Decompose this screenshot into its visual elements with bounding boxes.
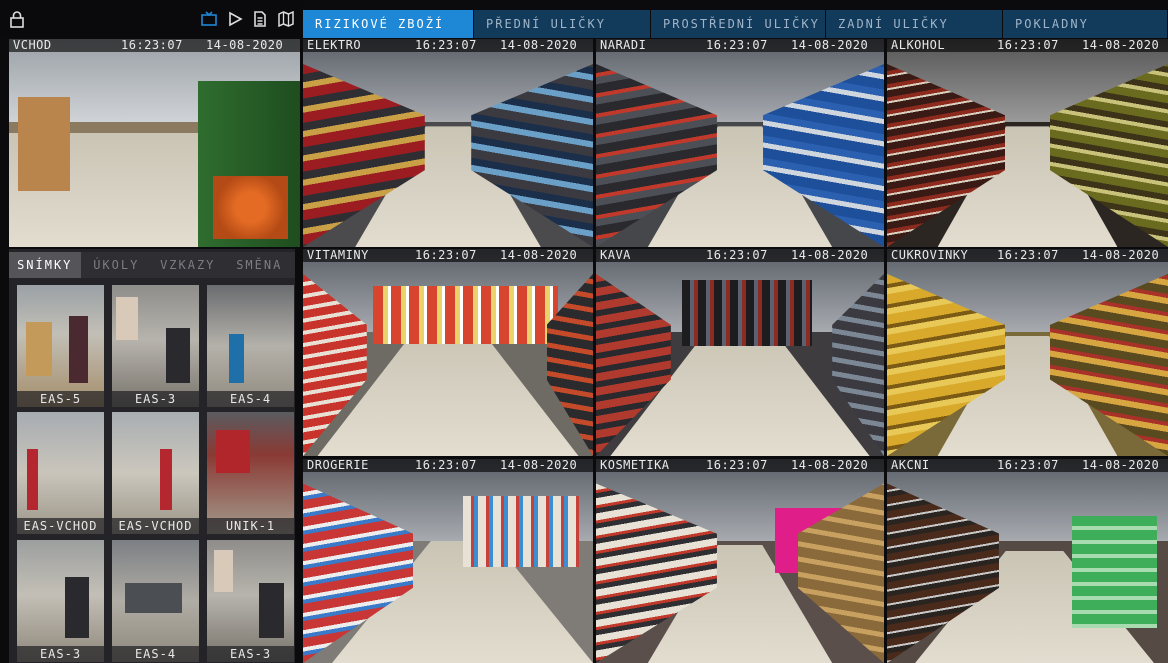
- snapshot-label: EAS-3: [17, 646, 104, 662]
- camera-tile-vchod[interactable]: VCHOD 16:23:07 14-08-2020: [9, 39, 300, 247]
- camera-tile-vitaminy[interactable]: VITAMINY 16:23:07 14-08-2020: [303, 249, 593, 456]
- camera-date: 14-08-2020: [791, 39, 869, 52]
- camera-overlay: NARADI 16:23:07 14-08-2020: [596, 39, 884, 52]
- play-icon[interactable]: [226, 10, 244, 28]
- snapshot-thumbnail[interactable]: EAS-3: [17, 540, 104, 662]
- snapshot-label: EAS-VCHOD: [17, 518, 104, 534]
- camera-name: KAVA: [600, 249, 631, 262]
- snapshot-label: EAS-4: [112, 646, 199, 662]
- camera-date: 14-08-2020: [791, 459, 869, 472]
- camera-overlay: KAVA 16:23:07 14-08-2020: [596, 249, 884, 262]
- camera-tile-akcni[interactable]: AKCNI 16:23:07 14-08-2020: [887, 459, 1168, 663]
- camera-name: KOSMETIKA: [600, 459, 670, 472]
- tab-rizikove-zbozi[interactable]: RIZIKOVÉ ZBOŽÍ: [303, 10, 474, 38]
- camera-name: CUKROVINKY: [891, 249, 969, 262]
- camera-overlay: VCHOD 16:23:07 14-08-2020: [9, 39, 300, 52]
- tab-prostredni-ulicky[interactable]: PROSTŘEDNÍ ULIČKY: [651, 10, 826, 38]
- camera-tile-kava[interactable]: KAVA 16:23:07 14-08-2020: [596, 249, 884, 456]
- camera-overlay: KOSMETIKA 16:23:07 14-08-2020: [596, 459, 884, 472]
- camera-time: 16:23:07: [706, 39, 768, 52]
- camera-time: 16:23:07: [706, 249, 768, 262]
- camera-overlay: ALKOHOL 16:23:07 14-08-2020: [887, 39, 1168, 52]
- camera-time: 16:23:07: [415, 249, 477, 262]
- camera-name: DROGERIE: [307, 459, 369, 472]
- camera-name: AKCNI: [891, 459, 930, 472]
- tab-smena[interactable]: SMĚNA: [223, 252, 295, 278]
- camera-date: 14-08-2020: [791, 249, 869, 262]
- camera-time: 16:23:07: [997, 459, 1059, 472]
- camera-group-tabs: RIZIKOVÉ ZBOŽÍ PŘEDNÍ ULIČKY PROSTŘEDNÍ …: [303, 10, 1168, 38]
- camera-date: 14-08-2020: [1082, 459, 1160, 472]
- snapshot-thumbnail[interactable]: EAS-4: [207, 285, 294, 407]
- lock-icon[interactable]: [8, 10, 26, 28]
- camera-overlay: DROGERIE 16:23:07 14-08-2020: [303, 459, 593, 472]
- camera-name: VCHOD: [13, 39, 52, 52]
- tab-ukoly[interactable]: ÚKOLY: [80, 252, 152, 278]
- camera-overlay: AKCNI 16:23:07 14-08-2020: [887, 459, 1168, 472]
- camera-tile-cukrovinky[interactable]: CUKROVINKY 16:23:07 14-08-2020: [887, 249, 1168, 456]
- snapshot-label: EAS-3: [207, 646, 294, 662]
- camera-time: 16:23:07: [415, 39, 477, 52]
- camera-name: VITAMINY: [307, 249, 369, 262]
- monitor-icon[interactable]: [200, 10, 218, 28]
- snapshot-thumbnail[interactable]: EAS-4: [112, 540, 199, 662]
- snapshot-label: EAS-5: [17, 391, 104, 407]
- camera-name: NARADI: [600, 39, 647, 52]
- camera-overlay: VITAMINY 16:23:07 14-08-2020: [303, 249, 593, 262]
- tab-zadni-ulicky[interactable]: ZADNÍ ULIČKY: [826, 10, 1003, 38]
- camera-date: 14-08-2020: [1082, 39, 1160, 52]
- tab-snimky[interactable]: SNÍMKY: [9, 252, 81, 278]
- camera-date: 14-08-2020: [1082, 249, 1160, 262]
- camera-time: 16:23:07: [415, 459, 477, 472]
- panel-tabs: SNÍMKY ÚKOLY VZKAZY SMĚNA: [9, 252, 295, 278]
- camera-date: 14-08-2020: [500, 459, 578, 472]
- camera-date: 14-08-2020: [500, 39, 578, 52]
- snapshot-label: EAS-VCHOD: [112, 518, 199, 534]
- snapshot-thumbnail[interactable]: EAS-VCHOD: [112, 412, 199, 534]
- camera-name: ALKOHOL: [891, 39, 946, 52]
- snapshot-thumbnail[interactable]: EAS-5: [17, 285, 104, 407]
- snapshot-thumbnail[interactable]: EAS-3: [112, 285, 199, 407]
- camera-date: 14-08-2020: [500, 249, 578, 262]
- snapshot-thumbnail[interactable]: EAS-VCHOD: [17, 412, 104, 534]
- camera-overlay: ELEKTRO 16:23:07 14-08-2020: [303, 39, 593, 52]
- snapshot-label: EAS-3: [112, 391, 199, 407]
- camera-time: 16:23:07: [121, 39, 183, 52]
- camera-tile-naradi[interactable]: NARADI 16:23:07 14-08-2020: [596, 39, 884, 247]
- camera-tile-elektro[interactable]: ELEKTRO 16:23:07 14-08-2020: [303, 39, 593, 247]
- tab-predni-ulicky[interactable]: PŘEDNÍ ULIČKY: [474, 10, 651, 38]
- snapshot-label: EAS-4: [207, 391, 294, 407]
- camera-time: 16:23:07: [997, 249, 1059, 262]
- camera-time: 16:23:07: [706, 459, 768, 472]
- camera-time: 16:23:07: [997, 39, 1059, 52]
- camera-tile-kosmetika[interactable]: KOSMETIKA 16:23:07 14-08-2020: [596, 459, 884, 663]
- camera-tile-drogerie[interactable]: DROGERIE 16:23:07 14-08-2020: [303, 459, 593, 663]
- tab-pokladny[interactable]: POKLADNY: [1003, 10, 1168, 38]
- snapshot-thumbnail[interactable]: UNIK-1: [207, 412, 294, 534]
- snapshot-thumbnail[interactable]: EAS-3: [207, 540, 294, 662]
- snapshot-label: UNIK-1: [207, 518, 294, 534]
- camera-toolbar: [0, 0, 303, 38]
- camera-overlay: CUKROVINKY 16:23:07 14-08-2020: [887, 249, 1168, 262]
- tab-vzkazy[interactable]: VZKAZY: [152, 252, 224, 278]
- camera-date: 14-08-2020: [206, 39, 284, 52]
- camera-name: ELEKTRO: [307, 39, 362, 52]
- map-icon[interactable]: [277, 10, 295, 28]
- camera-tile-alkohol[interactable]: ALKOHOL 16:23:07 14-08-2020: [887, 39, 1168, 247]
- document-icon[interactable]: [251, 10, 269, 28]
